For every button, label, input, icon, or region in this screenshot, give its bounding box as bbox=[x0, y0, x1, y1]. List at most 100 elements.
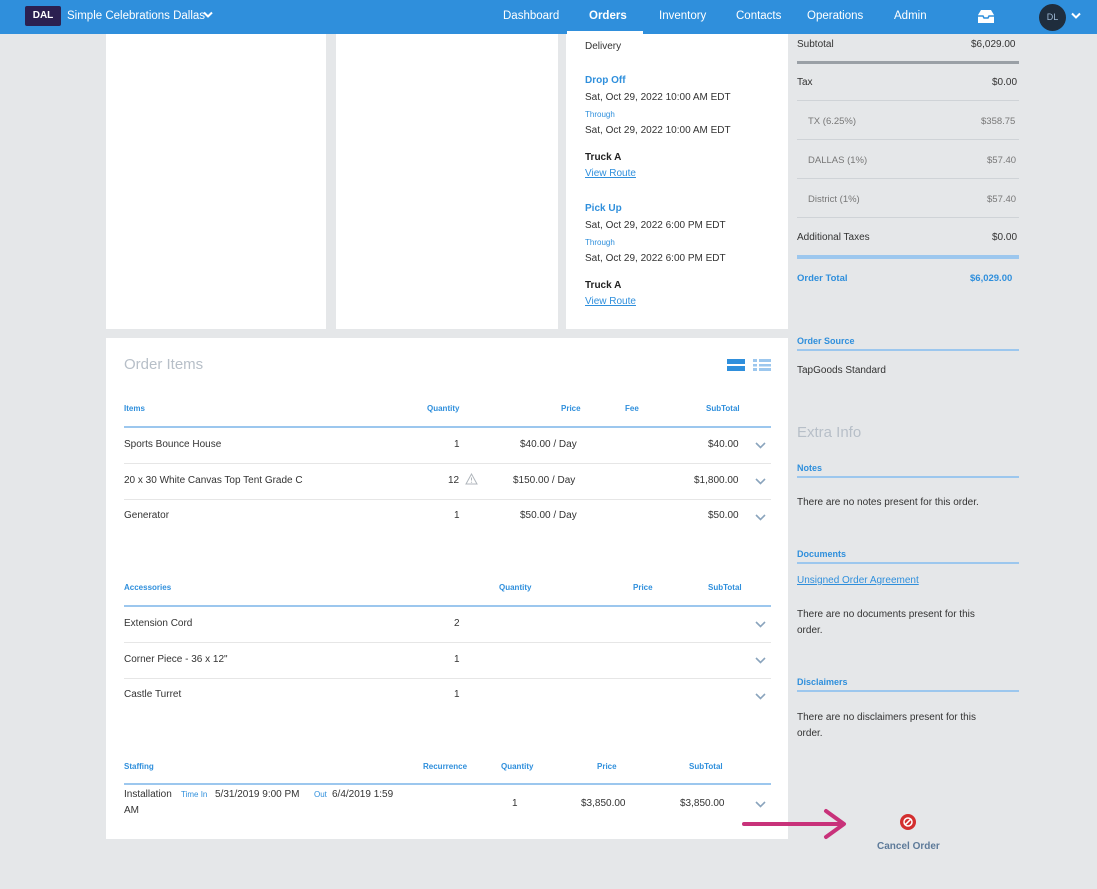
section-divider bbox=[797, 349, 1019, 351]
col-header-items: Items bbox=[124, 404, 145, 413]
documents-text: There are no documents present for this bbox=[797, 609, 975, 620]
chevron-down-icon[interactable] bbox=[755, 621, 766, 628]
nav-contacts[interactable]: Contacts bbox=[736, 10, 781, 22]
cancel-order-label[interactable]: Cancel Order bbox=[877, 841, 940, 852]
chevron-down-icon[interactable] bbox=[755, 657, 766, 664]
tx-tax-label: TX (6.25%) bbox=[808, 116, 857, 127]
disclaimers-text: order. bbox=[797, 728, 823, 739]
nav-admin[interactable]: Admin bbox=[894, 10, 927, 22]
item-qty: 1 bbox=[454, 510, 460, 521]
item-name: Sports Bounce House bbox=[124, 439, 222, 450]
out-label: Out bbox=[314, 790, 327, 799]
header-divider bbox=[124, 783, 771, 785]
view-route-link[interactable]: View Route bbox=[585, 296, 636, 307]
disclaimers-text: There are no disclaimers present for thi… bbox=[797, 712, 976, 723]
row-divider bbox=[124, 499, 771, 500]
cancel-icon[interactable] bbox=[900, 814, 916, 830]
item-price: $150.00 / Day bbox=[513, 475, 576, 486]
summary-divider bbox=[797, 178, 1019, 179]
arrow-right-icon bbox=[742, 809, 846, 839]
company-name[interactable]: Simple Celebrations Dallas bbox=[67, 10, 205, 22]
item-name: 20 x 30 White Canvas Top Tent Grade C bbox=[124, 475, 303, 486]
order-items-title: Order Items bbox=[124, 356, 204, 373]
unsigned-agreement-link[interactable]: Unsigned Order Agreement bbox=[797, 575, 919, 586]
tx-tax-value: $358.75 bbox=[981, 116, 1016, 127]
nav-inventory[interactable]: Inventory bbox=[659, 10, 706, 22]
documents-text: order. bbox=[797, 625, 823, 636]
col-header-price: Price bbox=[597, 762, 617, 771]
info-card-2 bbox=[336, 34, 558, 329]
accessory-qty: 1 bbox=[454, 689, 460, 700]
chevron-down-icon[interactable] bbox=[755, 693, 766, 700]
accessory-qty: 2 bbox=[454, 618, 460, 629]
view-route-link[interactable]: View Route bbox=[585, 168, 636, 179]
subtotal-value: $6,029.00 bbox=[971, 39, 1016, 50]
nav-dashboard[interactable]: Dashboard bbox=[503, 10, 559, 22]
col-header-price: Price bbox=[633, 583, 653, 592]
inbox-icon[interactable] bbox=[976, 9, 996, 25]
order-total-label: Order Total bbox=[797, 273, 848, 284]
row-divider bbox=[124, 678, 771, 679]
warning-icon[interactable] bbox=[465, 473, 478, 485]
item-qty: 12 bbox=[448, 475, 460, 486]
subtotal-label: Subtotal bbox=[797, 39, 834, 50]
col-header-staffing: Staffing bbox=[124, 762, 154, 771]
chevron-down-icon[interactable] bbox=[1071, 12, 1081, 20]
item-subtotal: $50.00 bbox=[708, 510, 739, 521]
dallas-tax-value: $57.40 bbox=[987, 155, 1017, 166]
section-divider bbox=[797, 476, 1019, 478]
order-source-value: TapGoods Standard bbox=[797, 365, 886, 376]
drop-off-start: Sat, Oct 29, 2022 10:00 AM EDT bbox=[585, 92, 731, 103]
item-name: Generator bbox=[124, 510, 170, 521]
chevron-down-icon[interactable] bbox=[755, 442, 766, 449]
chevron-down-icon[interactable] bbox=[755, 514, 766, 521]
chevron-down-icon[interactable] bbox=[203, 11, 213, 19]
accessory-name: Extension Cord bbox=[124, 618, 193, 629]
summary-divider bbox=[797, 217, 1019, 218]
through-label: Through bbox=[585, 110, 615, 119]
nav-operations[interactable]: Operations bbox=[807, 10, 863, 22]
row-divider bbox=[124, 463, 771, 464]
section-divider bbox=[797, 690, 1019, 692]
list-view-icon[interactable] bbox=[727, 359, 745, 371]
notes-text: There are no notes present for this orde… bbox=[797, 497, 979, 508]
col-header-fee: Fee bbox=[625, 404, 639, 413]
accessory-name: Castle Turret bbox=[124, 689, 182, 700]
notes-label: Notes bbox=[797, 463, 823, 473]
col-header-subtotal: SubTotal bbox=[706, 404, 740, 413]
truck-label: Truck A bbox=[585, 152, 622, 163]
staffing-price: $3,850.00 bbox=[581, 798, 626, 809]
item-price: $40.00 / Day bbox=[520, 439, 577, 450]
pick-up-start: Sat, Oct 29, 2022 6:00 PM EDT bbox=[585, 220, 726, 231]
chevron-down-icon[interactable] bbox=[755, 478, 766, 485]
col-header-recurrence: Recurrence bbox=[423, 762, 468, 771]
drop-off-end: Sat, Oct 29, 2022 10:00 AM EDT bbox=[585, 125, 731, 136]
col-header-subtotal: SubTotal bbox=[708, 583, 742, 592]
delivery-heading: Delivery bbox=[585, 41, 622, 52]
info-card-1 bbox=[106, 34, 326, 329]
nav-orders[interactable]: Orders bbox=[589, 10, 627, 22]
district-tax-value: $57.40 bbox=[987, 194, 1017, 205]
col-header-quantity: Quantity bbox=[501, 762, 534, 771]
staffing-name: Installation bbox=[124, 789, 172, 800]
order-source-label: Order Source bbox=[797, 336, 855, 346]
avatar[interactable]: DL bbox=[1039, 4, 1066, 31]
out-value-suffix: AM bbox=[124, 805, 139, 816]
staffing-qty: 1 bbox=[512, 798, 518, 809]
tax-value: $0.00 bbox=[992, 77, 1018, 88]
out-value: 6/4/2019 1:59 bbox=[332, 789, 394, 800]
row-divider bbox=[124, 642, 771, 643]
summary-divider bbox=[797, 139, 1019, 140]
company-badge[interactable]: DAL bbox=[25, 6, 61, 26]
item-subtotal: $40.00 bbox=[708, 439, 739, 450]
detail-view-icon[interactable] bbox=[753, 359, 771, 371]
through-label: Through bbox=[585, 238, 615, 247]
order-total-value: $6,029.00 bbox=[970, 273, 1013, 284]
item-qty: 1 bbox=[454, 439, 460, 450]
drop-off-label: Drop Off bbox=[585, 75, 626, 86]
accessory-name: Corner Piece - 36 x 12" bbox=[124, 654, 228, 665]
summary-divider bbox=[797, 61, 1019, 64]
item-subtotal: $1,800.00 bbox=[694, 475, 739, 486]
additional-taxes-value: $0.00 bbox=[992, 232, 1018, 243]
delivery-card: Delivery Drop Off Sat, Oct 29, 2022 10:0… bbox=[566, 34, 788, 329]
